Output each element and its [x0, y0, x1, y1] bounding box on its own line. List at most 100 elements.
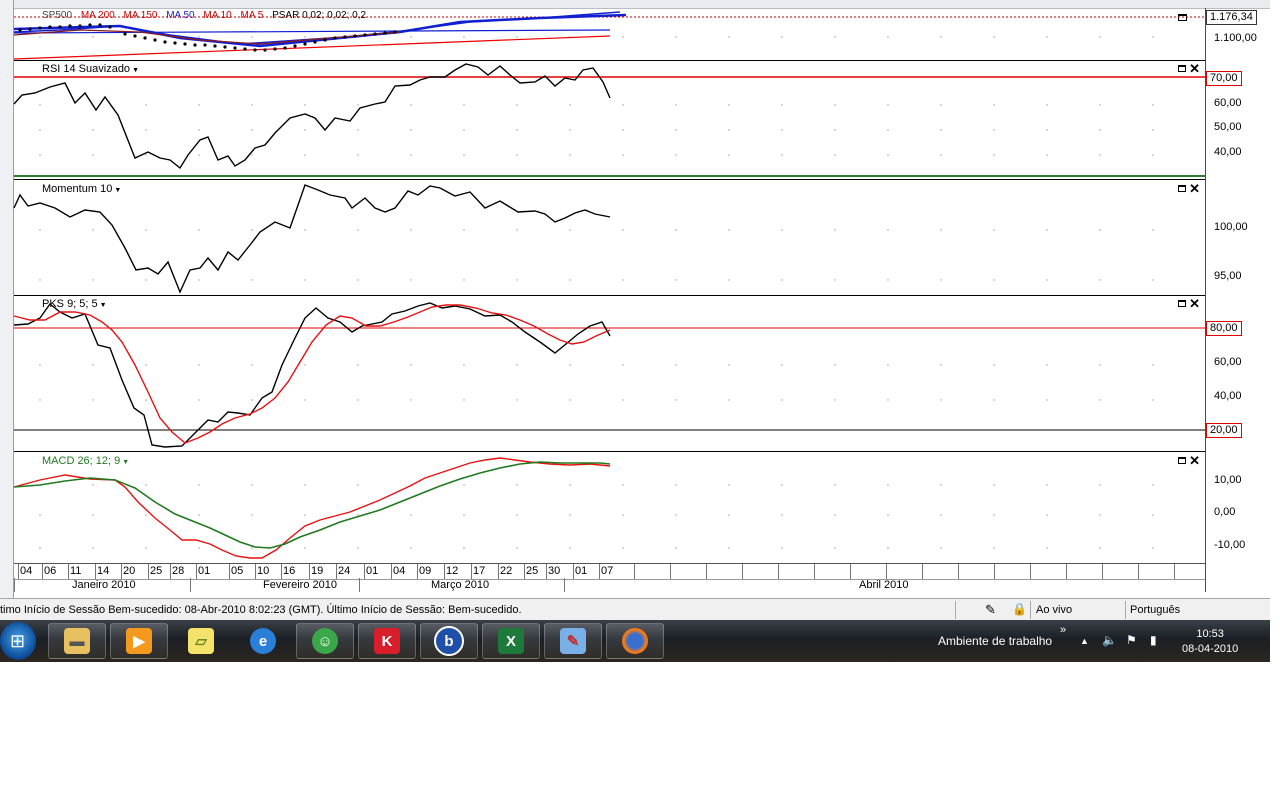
- grid-dot: [92, 129, 94, 131]
- psar-dot: [213, 44, 217, 48]
- taskbar-firefox[interactable]: [606, 623, 664, 659]
- date-tick-label: 07: [601, 565, 614, 577]
- grid-dot: [357, 514, 359, 516]
- taskbar-media-player[interactable]: ▶: [110, 623, 168, 659]
- action-center-flag-icon[interactable]: ⚑: [1126, 633, 1137, 647]
- grid-dot: [834, 364, 836, 366]
- grid-dot: [569, 514, 571, 516]
- clock-date: 08-04-2010: [1182, 643, 1239, 655]
- momentum-line: [13, 184, 611, 294]
- taskbar-paint[interactable]: ✎: [544, 623, 602, 659]
- date-tick-separator: [498, 564, 499, 579]
- grid-dot: [39, 229, 41, 231]
- grid-dot: [940, 129, 942, 131]
- toolbar-expand-icon[interactable]: »: [1060, 624, 1066, 636]
- grid-dot: [940, 547, 942, 549]
- date-tick-separator: [336, 564, 337, 579]
- grid-dot: [198, 399, 200, 401]
- grid-dot: [569, 104, 571, 106]
- date-tick-separator: [778, 564, 779, 579]
- grid-dot: [92, 399, 94, 401]
- grid-dot: [1046, 104, 1048, 106]
- grid-dot: [728, 229, 730, 231]
- date-tick-separator: [742, 564, 743, 579]
- grid-dot: [569, 129, 571, 131]
- date-tick-separator: [42, 564, 43, 579]
- date-tick-separator: [958, 564, 959, 579]
- pks-k-line: [13, 302, 611, 448]
- psar-dot: [48, 25, 52, 29]
- system-clock[interactable]: 10:53 08-04-2010: [1182, 627, 1238, 657]
- start-button[interactable]: ⊞: [0, 622, 36, 660]
- grid-dot: [198, 364, 200, 366]
- taskbar-notes[interactable]: ▱: [172, 623, 230, 659]
- grid-dot: [728, 36, 730, 38]
- kaspersky-icon: K: [374, 628, 400, 654]
- psar-dot: [18, 28, 22, 32]
- paint-icon: ✎: [560, 628, 586, 654]
- date-tick-separator: [1030, 564, 1031, 579]
- grid-dot: [1099, 129, 1101, 131]
- taskbar-messenger[interactable]: ☺: [296, 623, 354, 659]
- volume-icon[interactable]: 🔈: [1102, 633, 1117, 647]
- grid-dot: [516, 129, 518, 131]
- grid-dot: [92, 547, 94, 549]
- grid-dot: [993, 364, 995, 366]
- pks-d-line: [13, 304, 611, 444]
- grid-dot: [1046, 547, 1048, 549]
- power-icon[interactable]: ▮: [1150, 633, 1157, 647]
- grid-dot: [304, 36, 306, 38]
- date-tick-label: 20: [123, 565, 136, 577]
- grid-dot: [728, 154, 730, 156]
- grid-dot: [887, 484, 889, 486]
- taskbar-trading-app[interactable]: b: [420, 623, 478, 659]
- chart-plot-area[interactable]: [0, 0, 1270, 598]
- grid-dot: [410, 547, 412, 549]
- date-tick-label: 24: [338, 565, 351, 577]
- psar-dot: [183, 42, 187, 46]
- grid-dot: [993, 36, 995, 38]
- grid-dot: [1099, 36, 1101, 38]
- taskbar-kaspersky[interactable]: K: [358, 623, 416, 659]
- date-tick-separator: [444, 564, 445, 579]
- psar-dot: [38, 26, 42, 30]
- status-bar: timo Início de Sessão Bem-sucedido: 08-A…: [0, 598, 1270, 621]
- grid-dot: [622, 399, 624, 401]
- taskbar-explorer[interactable]: ▬: [48, 623, 106, 659]
- grid-dot: [1099, 154, 1101, 156]
- grid-dot: [834, 399, 836, 401]
- grid-dot: [198, 104, 200, 106]
- grid-dot: [887, 104, 889, 106]
- grid-dot: [251, 547, 253, 549]
- pen-icon[interactable]: ✎: [985, 602, 996, 618]
- grid-dot: [940, 484, 942, 486]
- grid-dot: [145, 364, 147, 366]
- desktop-toolbar-label[interactable]: Ambiente de trabalho: [938, 634, 1052, 648]
- grid-dot: [675, 279, 677, 281]
- taskbar-internet-explorer[interactable]: e: [234, 623, 292, 659]
- psar-dot: [108, 25, 112, 29]
- language-status[interactable]: Português: [1130, 604, 1180, 616]
- grid-dot: [145, 484, 147, 486]
- date-tick-separator: [922, 564, 923, 579]
- grid-dot: [834, 279, 836, 281]
- date-tick-separator: [850, 564, 851, 579]
- month-separator: [14, 578, 15, 592]
- psar-dot: [78, 24, 82, 28]
- grid-dot: [781, 364, 783, 366]
- taskbar-excel[interactable]: X: [482, 623, 540, 659]
- grid-dot: [781, 547, 783, 549]
- grid-dot: [728, 364, 730, 366]
- grid-dot: [728, 514, 730, 516]
- grid-dot: [781, 484, 783, 486]
- tray-up-arrow-icon[interactable]: ▲: [1080, 636, 1089, 646]
- psar-dot: [243, 47, 247, 51]
- grid-dot: [728, 129, 730, 131]
- grid-dot: [516, 484, 518, 486]
- grid-dot: [834, 547, 836, 549]
- internet-explorer-icon: e: [250, 628, 276, 654]
- psar-dot: [273, 47, 277, 51]
- grid-dot: [834, 36, 836, 38]
- lock-icon[interactable]: 🔒: [1012, 602, 1027, 616]
- grid-dot: [993, 484, 995, 486]
